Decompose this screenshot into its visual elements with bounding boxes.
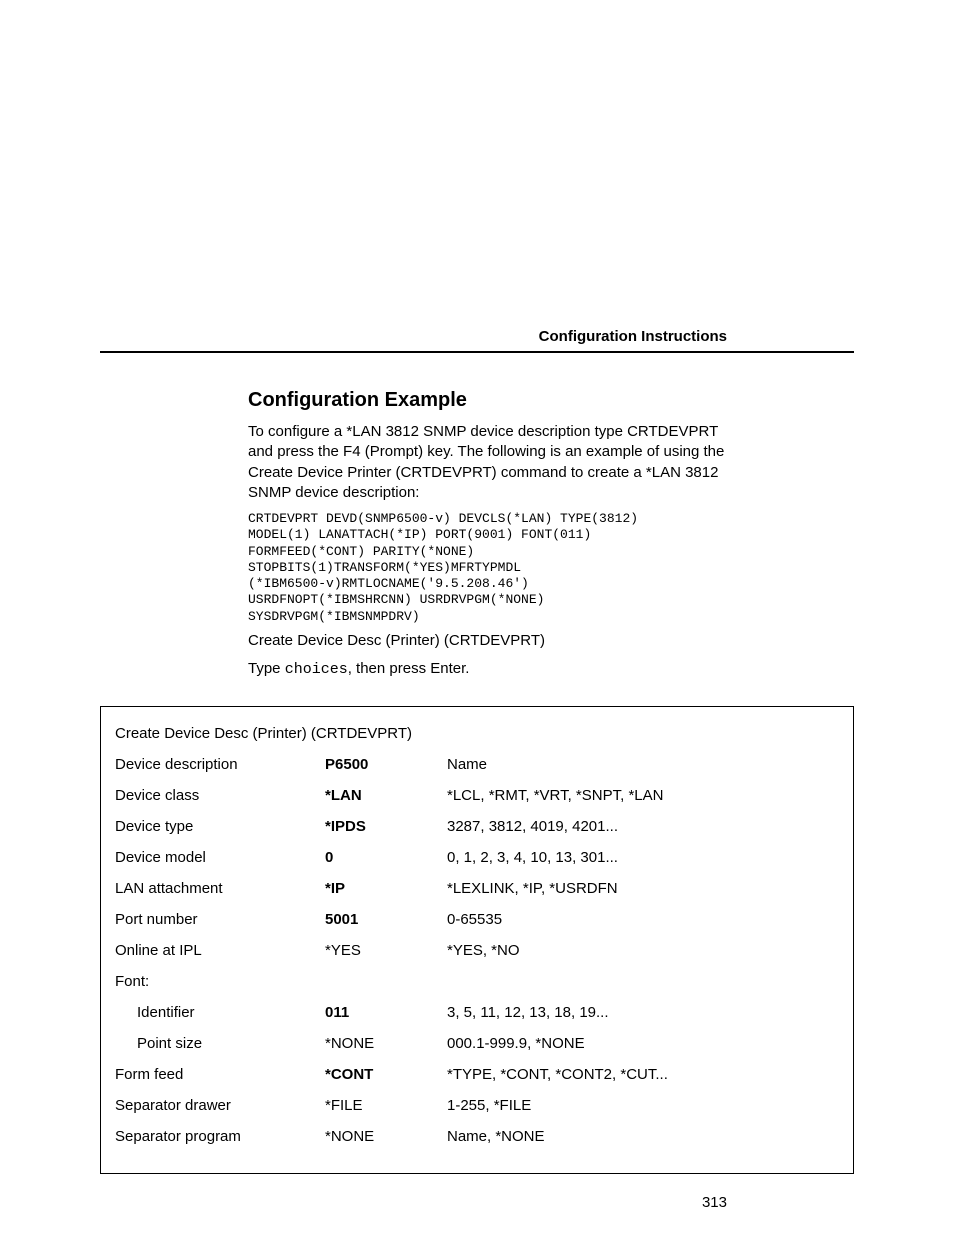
param-hint: 3287, 3812, 4019, 4201... <box>447 818 839 835</box>
param-hint: Name <box>447 756 839 773</box>
table-row: Identifier0113, 5, 11, 12, 13, 18, 19... <box>115 1004 839 1021</box>
table-row: LAN attachment*IP*LEXLINK, *IP, *USRDFN <box>115 880 839 897</box>
table-rows: Device descriptionP6500NameDevice class*… <box>115 756 839 1145</box>
param-value: P6500 <box>325 756 447 773</box>
content-area: Configuration Example To configure a *LA… <box>248 353 727 680</box>
post-code-line-1: Create Device Desc (Printer) (CRTDEVPRT) <box>248 631 727 651</box>
type-choices-line: Type choices, then press Enter. <box>248 659 727 680</box>
running-header: Configuration Instructions <box>0 328 954 351</box>
table-row: Device class*LAN*LCL, *RMT, *VRT, *SNPT,… <box>115 787 839 804</box>
intro-paragraph: To configure a *LAN 3812 SNMP device des… <box>248 422 727 503</box>
page-container: Configuration Instructions Configuration… <box>0 0 954 1235</box>
param-hint: 0-65535 <box>447 911 839 928</box>
param-hint: 3, 5, 11, 12, 13, 18, 19... <box>447 1004 839 1021</box>
param-value: *YES <box>325 942 447 959</box>
param-hint: 000.1-999.9, *NONE <box>447 1035 839 1052</box>
header-section: Configuration Instructions <box>0 0 954 353</box>
param-value: *NONE <box>325 1035 447 1052</box>
param-value: *CONT <box>325 1066 447 1083</box>
param-value: *IPDS <box>325 818 447 835</box>
param-label: Separator program <box>115 1128 325 1145</box>
param-hint: Name, *NONE <box>447 1128 839 1145</box>
param-label: Font: <box>115 973 325 990</box>
param-hint: *TYPE, *CONT, *CONT2, *CUT... <box>447 1066 839 1083</box>
code-block: CRTDEVPRT DEVD(SNMP6500-v) DEVCLS(*LAN) … <box>248 511 727 625</box>
param-label: Device class <box>115 787 325 804</box>
param-value <box>325 973 447 990</box>
section-title: Configuration Example <box>248 389 727 412</box>
page-number: 313 <box>702 1194 727 1211</box>
param-label: LAN attachment <box>115 880 325 897</box>
param-label: Separator drawer <box>115 1097 325 1114</box>
param-label: Port number <box>115 911 325 928</box>
param-hint: *LEXLINK, *IP, *USRDFN <box>447 880 839 897</box>
type-suffix: , then press Enter. <box>348 660 470 677</box>
param-label: Form feed <box>115 1066 325 1083</box>
param-hint: 0, 1, 2, 3, 4, 10, 13, 301... <box>447 849 839 866</box>
table-row: Online at IPL*YES*YES, *NO <box>115 942 839 959</box>
param-label: Online at IPL <box>115 942 325 959</box>
param-value: 5001 <box>325 911 447 928</box>
param-value: *IP <box>325 880 447 897</box>
param-hint: *LCL, *RMT, *VRT, *SNPT, *LAN <box>447 787 839 804</box>
param-label: Device model <box>115 849 325 866</box>
table-row: Separator program*NONEName, *NONE <box>115 1128 839 1145</box>
table-row: Form feed*CONT*TYPE, *CONT, *CONT2, *CUT… <box>115 1066 839 1083</box>
table-row: Font: <box>115 973 839 990</box>
param-hint: 1-255, *FILE <box>447 1097 839 1114</box>
table-row: Separator drawer*FILE1-255, *FILE <box>115 1097 839 1114</box>
table-row: Device type*IPDS3287, 3812, 4019, 4201..… <box>115 818 839 835</box>
type-prefix: Type <box>248 660 285 677</box>
param-label: Device type <box>115 818 325 835</box>
param-label: Device description <box>115 756 325 773</box>
table-row: Device model00, 1, 2, 3, 4, 10, 13, 301.… <box>115 849 839 866</box>
table-row: Point size*NONE000.1-999.9, *NONE <box>115 1035 839 1052</box>
choices-code: choices <box>285 661 348 678</box>
param-label: Identifier <box>115 1004 325 1021</box>
table-row: Port number50010-65535 <box>115 911 839 928</box>
param-value: *NONE <box>325 1128 447 1145</box>
table-title: Create Device Desc (Printer) (CRTDEVPRT) <box>115 725 839 742</box>
param-hint <box>447 973 839 990</box>
param-label: Point size <box>115 1035 325 1052</box>
param-value: *FILE <box>325 1097 447 1114</box>
param-value: 011 <box>325 1004 447 1021</box>
param-value: *LAN <box>325 787 447 804</box>
table-row: Device descriptionP6500Name <box>115 756 839 773</box>
parameter-table: Create Device Desc (Printer) (CRTDEVPRT)… <box>100 706 854 1174</box>
param-value: 0 <box>325 849 447 866</box>
param-hint: *YES, *NO <box>447 942 839 959</box>
